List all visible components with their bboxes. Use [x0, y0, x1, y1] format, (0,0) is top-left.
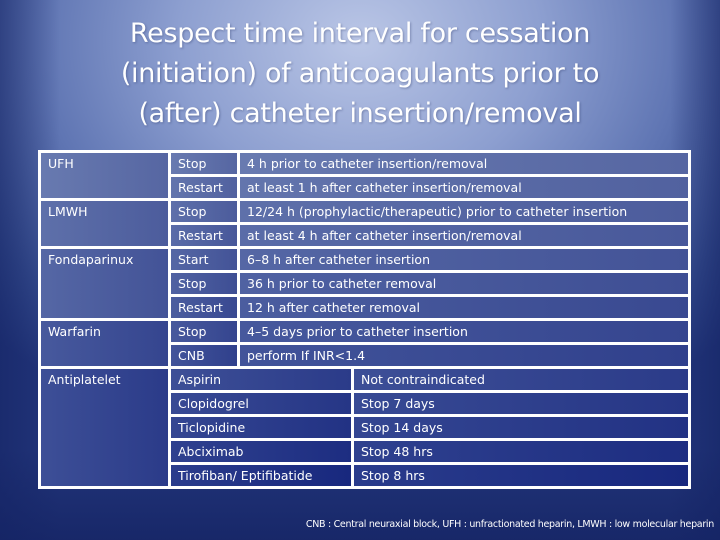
detail-cell: at least 1 h after catheter insertion/re… [240, 177, 688, 198]
detail-cell: 4 h prior to catheter insertion/removal [240, 153, 688, 174]
detail-cell: 4–5 days prior to catheter insertion [240, 321, 688, 342]
antiplatelet-recommendation-cell: Stop 14 days [354, 417, 688, 438]
action-cell: Restart [171, 177, 237, 198]
drug-name-cell: Antiplatelet [41, 369, 168, 486]
detail-cell: perform If INR<1.4 [240, 345, 688, 366]
anticoagulant-table: UFH Stop 4 h prior to catheter insertion/r… [38, 150, 691, 489]
title-line-3: (after) catheter insertion/removal [138, 98, 582, 129]
antiplatelet-recommendation-cell: Not contraindicated [354, 369, 688, 390]
action-cell: Restart [171, 225, 237, 246]
action-cell: CNB [171, 345, 237, 366]
antiplatelet-agent-cell: Ticlopidine [171, 417, 351, 438]
antiplatelet-agent-cell: Aspirin [171, 369, 351, 390]
action-cell: Start [171, 249, 237, 270]
antiplatelet-agent-cell: Clopidogrel [171, 393, 351, 414]
slide-title: Respect time interval for cessation (ini… [0, 14, 720, 134]
antiplatelet-agent-cell: Tirofiban/ Eptifibatide [171, 465, 351, 486]
detail-cell: 12 h after catheter removal [240, 297, 688, 318]
drug-name-cell: UFH [41, 153, 168, 198]
antiplatelet-recommendation-cell: Stop 7 days [354, 393, 688, 414]
antiplatelet-recommendation-cell: Stop 8 hrs [354, 465, 688, 486]
action-cell: Stop [171, 153, 237, 174]
detail-cell: 6–8 h after catheter insertion [240, 249, 688, 270]
detail-cell: at least 4 h after catheter insertion/re… [240, 225, 688, 246]
title-line-1: Respect time interval for cessation [129, 18, 591, 49]
antiplatelet-agent-cell: Abciximab [171, 441, 351, 462]
detail-cell: 12/24 h (prophylactic/therapeutic) prior… [240, 201, 688, 222]
footnote: CNB : Central neuraxial block, UFH : unf… [305, 519, 714, 530]
drug-name-cell: Warfarin [41, 321, 168, 366]
drug-name-cell: Fondaparinux [41, 249, 168, 318]
action-cell: Stop [171, 273, 237, 294]
title-line-2: (initiation) of anticoagulants prior to [120, 58, 600, 89]
drug-name-cell: LMWH [41, 201, 168, 246]
detail-cell: 36 h prior to catheter removal [240, 273, 688, 294]
action-cell: Stop [171, 201, 237, 222]
action-cell: Restart [171, 297, 237, 318]
action-cell: Stop [171, 321, 237, 342]
antiplatelet-recommendation-cell: Stop 48 hrs [354, 441, 688, 462]
